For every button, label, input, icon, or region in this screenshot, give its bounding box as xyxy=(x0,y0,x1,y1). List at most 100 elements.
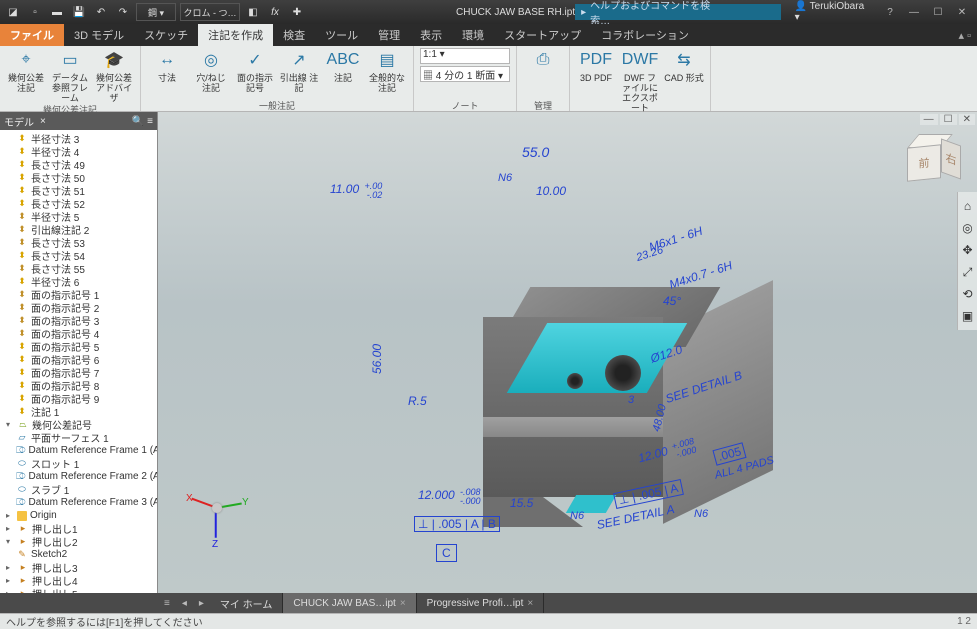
ribbon-tab[interactable]: 環境 xyxy=(452,24,494,46)
ribbon-button-icon: ⌖ xyxy=(14,48,38,72)
ribbon-tab[interactable]: スタートアップ xyxy=(494,24,591,46)
qat-fx-icon[interactable]: fx xyxy=(266,3,284,21)
ribbon-button-icon: ↗ xyxy=(287,48,311,72)
doctab-home[interactable]: マイ ホーム xyxy=(210,593,283,613)
tree-item-label: Datum Reference Frame 1 (A) xyxy=(29,445,157,456)
model-browser: モデル × 🔍 ≡ ⬍半径寸法 3⬍半径寸法 4⬍長さ寸法 49⬍長さ寸法 50… xyxy=(0,112,158,593)
tree-item[interactable]: ⬭スロット 1 xyxy=(0,457,157,470)
help-search-input[interactable]: ▸ヘルプおよびコマンドを検索… xyxy=(575,4,781,20)
tree-item[interactable]: ⬍面の指示記号 9 xyxy=(0,392,157,405)
nav-home-icon[interactable]: ⌂ xyxy=(960,198,976,214)
ribbon-button-icon: PDF xyxy=(584,48,608,72)
ribbon-tab[interactable]: コラボレーション xyxy=(591,24,699,46)
tree-item-label: スラブ 1 xyxy=(31,482,69,497)
help-icon[interactable]: ? xyxy=(879,7,901,18)
vp-minimize-icon[interactable]: — xyxy=(920,114,938,125)
nav-lookat-icon[interactable]: ▣ xyxy=(960,308,976,324)
viewcube-right[interactable]: 右 xyxy=(941,138,961,179)
qat-material-dropdown[interactable]: 鋼 ▾ xyxy=(136,3,176,21)
doctab-prev-icon[interactable]: ◂ xyxy=(176,593,193,613)
axis-triad[interactable]: X Y Z xyxy=(182,483,252,553)
tree-twisty-icon[interactable]: ▸ xyxy=(6,563,14,572)
qat-undo-icon[interactable]: ↶ xyxy=(92,3,110,21)
tree-item-icon: ⬍ xyxy=(16,224,28,236)
vp-maximize-icon[interactable]: ☐ xyxy=(940,114,957,125)
tree-item-icon: ⬍ xyxy=(16,302,28,314)
app-icon[interactable]: ◪ xyxy=(4,3,22,21)
tree-twisty-icon[interactable]: ▾ xyxy=(6,537,14,546)
nav-pan-icon[interactable]: ✥ xyxy=(960,242,976,258)
maximize-button[interactable]: ☐ xyxy=(927,7,949,18)
ribbon-button[interactable]: PDF3D PDF xyxy=(576,48,616,83)
tree-twisty-icon[interactable]: ▸ xyxy=(6,576,14,585)
ribbon-tab[interactable]: 管理 xyxy=(368,24,410,46)
document-tab[interactable]: CHUCK JAW BAS…ipt× xyxy=(283,593,416,613)
qat-redo-icon[interactable]: ↷ xyxy=(114,3,132,21)
tree-twisty-icon[interactable]: ▸ xyxy=(6,511,14,520)
browser-search-icon[interactable]: 🔍 ≡ xyxy=(132,116,153,127)
ribbon-button[interactable]: ↗引出線 注記 xyxy=(279,48,319,93)
nav-orbit-icon[interactable]: ⟲ xyxy=(960,286,976,302)
browser-tree[interactable]: ⬍半径寸法 3⬍半径寸法 4⬍長さ寸法 49⬍長さ寸法 50⬍長さ寸法 51⬍長… xyxy=(0,130,157,593)
ribbon-tab[interactable]: 3D モデル xyxy=(64,24,134,46)
ribbon-tab[interactable]: 注記を作成 xyxy=(198,24,273,46)
qat-new-icon[interactable]: ▫ xyxy=(26,3,44,21)
vp-close-icon[interactable]: ✕ xyxy=(959,114,975,125)
ribbon-button[interactable]: ABC注記 xyxy=(323,48,363,83)
tree-item[interactable]: ▸▸押し出し4 xyxy=(0,574,157,587)
tree-item-icon xyxy=(17,511,27,521)
close-button[interactable]: ✕ xyxy=(951,7,973,18)
ribbon-button[interactable]: ✓面の指示 記号 xyxy=(235,48,275,93)
ribbon-button[interactable]: DWFDWF ファイルにエクスポート xyxy=(620,48,660,113)
tree-item[interactable]: ⎄Datum Reference Frame 3 (A|B|C) xyxy=(0,496,157,509)
scale-dropdown[interactable]: 1:1 ▾ xyxy=(420,48,510,64)
viewport[interactable]: — ☐ ✕ 前 右 ⌂ ◎ ✥ ⤢ ⟲ ▣ xyxy=(158,112,977,593)
ribbon-button-icon: ⎙ xyxy=(531,48,555,72)
doctab-next-icon[interactable]: ▸ xyxy=(193,593,210,613)
qat-save-icon[interactable]: 💾 xyxy=(70,3,88,21)
nav-wheel-icon[interactable]: ◎ xyxy=(960,220,976,236)
qat-color-icon[interactable]: ◧ xyxy=(244,3,262,21)
navigation-bar: ⌂ ◎ ✥ ⤢ ⟲ ▣ xyxy=(957,192,977,330)
ribbon-button[interactable]: ⇆CAD 形式 xyxy=(664,48,704,83)
minimize-button[interactable]: — xyxy=(903,7,925,18)
ribbon-button[interactable]: ⎙ xyxy=(523,48,563,72)
browser-close-icon[interactable]: × xyxy=(40,116,46,127)
qat-appearance-dropdown[interactable]: クロム - つ… xyxy=(180,3,240,21)
tree-item[interactable]: ▸Origin xyxy=(0,509,157,522)
qat-plus-icon[interactable]: ✚ xyxy=(288,3,306,21)
tree-item[interactable]: ▸▸押し出し1 xyxy=(0,522,157,535)
ribbon-tab[interactable]: 表示 xyxy=(410,24,452,46)
document-tab-close-icon[interactable]: × xyxy=(527,598,533,609)
ribbon-button[interactable]: ▤全般的な 注記 xyxy=(367,48,407,93)
doctab-list-icon[interactable]: ≡ xyxy=(158,593,176,613)
ribbon-button-label: 引出線 注記 xyxy=(279,73,319,93)
view-dropdown[interactable]: ▦ 4 分の 1 断面 ▾ xyxy=(420,66,510,82)
qat-open-icon[interactable]: ▬ xyxy=(48,3,66,21)
tree-item[interactable]: ⬭スラブ 1 xyxy=(0,483,157,496)
ribbon-tab[interactable]: 検査 xyxy=(273,24,315,46)
ribbon-tab[interactable]: スケッチ xyxy=(134,24,198,46)
viewcube[interactable]: 前 右 xyxy=(903,132,957,186)
nav-zoom-icon[interactable]: ⤢ xyxy=(960,264,976,280)
user-account[interactable]: 👤 TerukiObara ▾ xyxy=(789,1,873,23)
tree-item[interactable]: ▾▸押し出し2 xyxy=(0,535,157,548)
tree-twisty-icon[interactable]: ▾ xyxy=(6,420,14,429)
tree-item[interactable]: ▱平面サーフェス 1 xyxy=(0,431,157,444)
ribbon-tab[interactable]: ツール xyxy=(315,24,368,46)
ribbon-collapse-icon[interactable]: ▴ ▫ xyxy=(953,24,977,46)
ribbon-button[interactable]: ▭データム参照フレーム xyxy=(50,48,90,103)
ribbon-button[interactable]: 🎓幾何公差 アドバイザ xyxy=(94,48,134,103)
tree-twisty-icon[interactable]: ▸ xyxy=(6,524,14,533)
tree-item[interactable]: ▸▸押し出し3 xyxy=(0,561,157,574)
document-tab-close-icon[interactable]: × xyxy=(400,598,406,609)
ribbon-group: ⌖幾何公差 注記▭データム参照フレーム🎓幾何公差 アドバイザ幾何公差注記 xyxy=(0,46,141,111)
viewcube-front[interactable]: 前 xyxy=(907,144,941,182)
ribbon-button[interactable]: ↔寸法 xyxy=(147,48,187,83)
tree-item[interactable]: ⎄Datum Reference Frame 2 (A|B) xyxy=(0,470,157,483)
tree-item[interactable]: ✎Sketch2 xyxy=(0,548,157,561)
tab-file[interactable]: ファイル xyxy=(0,24,64,46)
ribbon-button[interactable]: ◎穴/ねじ 注記 xyxy=(191,48,231,93)
ribbon-button[interactable]: ⌖幾何公差 注記 xyxy=(6,48,46,93)
document-tab[interactable]: Progressive Profi…ipt× xyxy=(417,593,545,613)
